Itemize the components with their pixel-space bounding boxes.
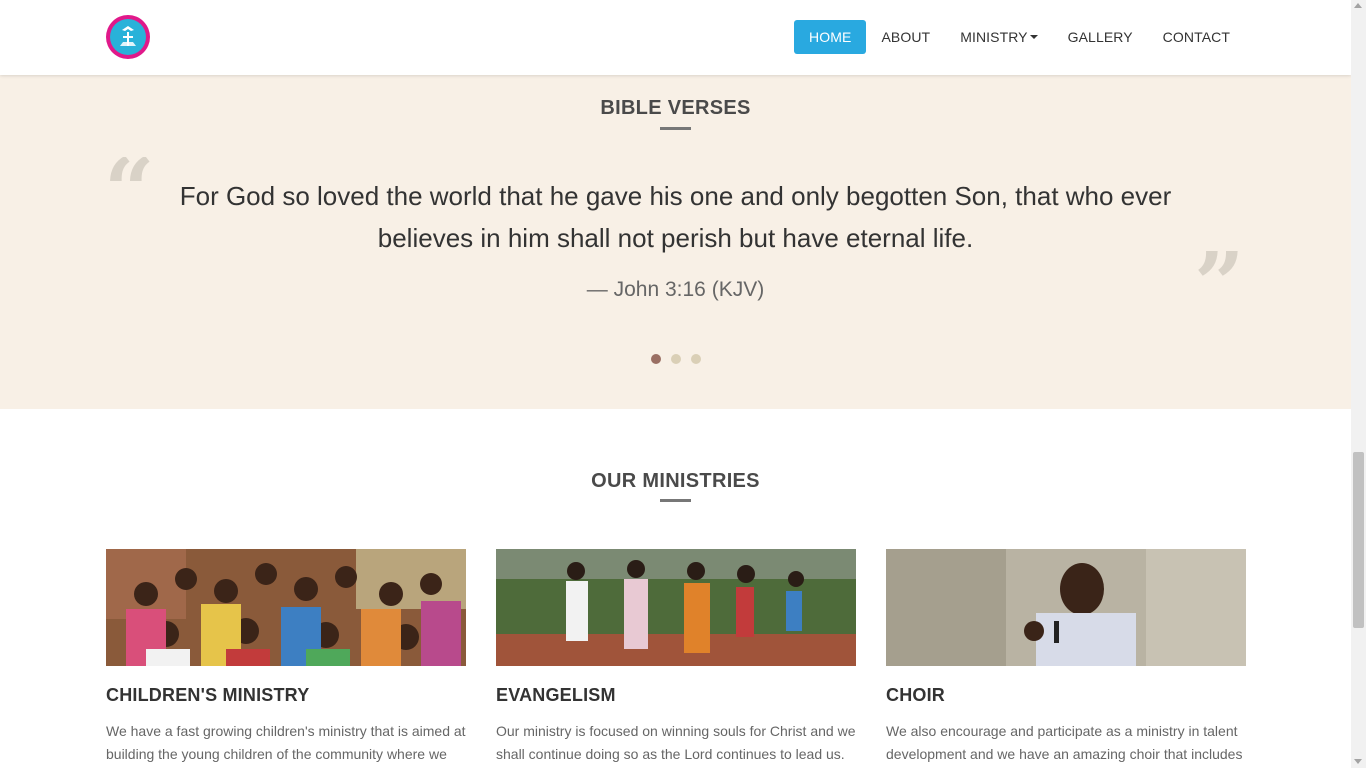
ministry-card-text: We have a fast growing children's minist…: [106, 723, 466, 762]
dove-cross-icon: [120, 26, 136, 46]
nav-gallery[interactable]: GALLERY: [1053, 20, 1148, 54]
ministries-section: OUR MINISTRIES CHILDREN'S MINISTRY We ha…: [0, 409, 1351, 768]
ministry-card-children: CHILDREN'S MINISTRY We have a fast growi…: [106, 549, 466, 766]
ministries-title: OUR MINISTRIES: [591, 470, 760, 492]
nav-about-label: ABOUT: [881, 29, 931, 45]
church-logo-icon[interactable]: [106, 15, 150, 59]
ministry-card-evangelism: EVANGELISM Our ministry is focused on wi…: [496, 549, 856, 766]
main-nav: HOME ABOUT MINISTRY GALLERY CONTACT: [794, 20, 1245, 54]
title-underline: [660, 499, 691, 502]
scroll-down-icon[interactable]: [1354, 759, 1362, 764]
nav-contact[interactable]: CONTACT: [1148, 20, 1245, 54]
children-group-photo[interactable]: [106, 549, 466, 666]
ministry-card-text: We also encourage and participate as a m…: [886, 723, 1243, 762]
bible-verses-title: BIBLE VERSES: [600, 97, 751, 119]
ministry-card-choir: CHOIR We also encourage and participate …: [886, 549, 1246, 766]
logo-inner: [110, 19, 146, 55]
verse-reference: — John 3:16 (KJV): [586, 278, 765, 301]
svg-text:”: ”: [1194, 251, 1244, 311]
caret-down-icon: [1029, 35, 1038, 39]
title-underline: [660, 127, 691, 130]
page-scrollbar[interactable]: [1351, 0, 1366, 768]
nav-gallery-label: GALLERY: [1067, 29, 1133, 45]
svg-text:“: “: [104, 157, 154, 217]
ministry-card-text: Our ministry is focused on winning souls…: [496, 723, 856, 762]
choir-speaker-photo[interactable]: [886, 549, 1246, 666]
top-navbar: HOME ABOUT MINISTRY GALLERY CONTACT: [0, 0, 1351, 75]
evangelism-photo-illustration: [496, 549, 856, 666]
scroll-up-icon[interactable]: [1354, 3, 1362, 8]
evangelism-outdoor-photo[interactable]: [496, 549, 856, 666]
nav-ministry-label: MINISTRY: [960, 29, 1028, 45]
quote-close-icon: ”: [1194, 251, 1244, 311]
carousel-dot-1[interactable]: [651, 354, 661, 364]
scrollbar-thumb[interactable]: [1353, 452, 1364, 628]
nav-contact-label: CONTACT: [1162, 29, 1230, 45]
bible-verses-section: BIBLE VERSES “ For God so loved the worl…: [0, 75, 1351, 409]
carousel-dot-2[interactable]: [671, 354, 681, 364]
nav-home[interactable]: HOME: [794, 20, 867, 54]
nav-home-label: HOME: [809, 29, 852, 45]
ministry-card-title: EVANGELISM: [496, 685, 616, 705]
nav-ministry[interactable]: MINISTRY: [945, 20, 1052, 54]
carousel-indicators: [651, 354, 701, 364]
choir-photo-illustration: [886, 549, 1246, 666]
nav-about[interactable]: ABOUT: [866, 20, 945, 54]
verse-text: For God so loved the world that he gave …: [179, 181, 1172, 253]
quote-open-icon: “: [104, 157, 154, 217]
children-photo-illustration: [106, 549, 466, 666]
ministry-card-title: CHILDREN'S MINISTRY: [106, 685, 310, 705]
ministry-card-title: CHOIR: [886, 685, 945, 705]
page: HOME ABOUT MINISTRY GALLERY CONTACT BIBL…: [0, 0, 1351, 768]
carousel-dot-3[interactable]: [691, 354, 701, 364]
